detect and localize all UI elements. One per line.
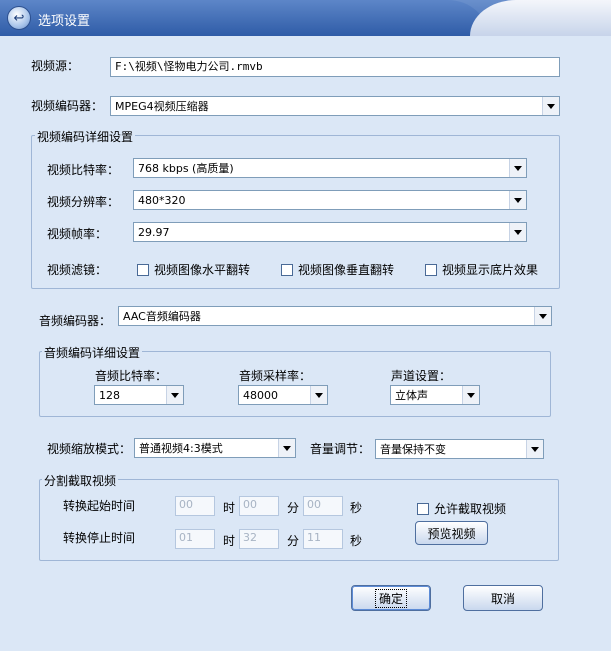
cancel-button[interactable]: 取消 — [463, 585, 543, 611]
scale-mode-value: 普通视频4:3模式 — [139, 442, 223, 455]
start-hour-unit: 时 — [223, 501, 236, 515]
start-minute-input[interactable]: 00 — [239, 496, 279, 516]
volume-label: 音量调节： — [310, 442, 371, 456]
negative-checkbox-label: 视频显示底片效果 — [442, 263, 539, 277]
audio-detail-title: 音频编码详细设置 — [42, 344, 143, 361]
ok-button[interactable]: 确定 — [351, 585, 431, 611]
chevron-down-icon[interactable] — [509, 191, 526, 209]
audio-bitrate-label: 音频比特率： — [95, 369, 168, 383]
channel-value: 立体声 — [395, 389, 428, 402]
chevron-down-icon[interactable] — [509, 159, 526, 177]
title-bar: ↩ 选项设置 — [0, 0, 611, 36]
hflip-checkbox-label: 视频图像水平翻转 — [154, 263, 251, 277]
app-icon[interactable]: ↩ — [7, 6, 31, 30]
video-filter-label: 视频滤镜： — [47, 263, 108, 277]
audio-encoder-value: AAC音频编码器 — [123, 310, 201, 323]
video-encoder-label: 视频编码器： — [31, 99, 104, 113]
end-minute-input[interactable]: 32 — [239, 529, 279, 549]
chevron-down-icon[interactable] — [166, 386, 183, 404]
negative-checkbox-box[interactable] — [425, 263, 437, 276]
end-second-input[interactable]: 11 — [303, 529, 343, 549]
clip-title: 分割截取视频 — [42, 472, 119, 489]
video-detail-title: 视频编码详细设置 — [35, 128, 136, 145]
preview-button[interactable]: 预览视频 — [415, 521, 488, 545]
cancel-button-label: 取消 — [490, 591, 515, 606]
negative-checkbox[interactable]: 视频显示底片效果 — [425, 261, 538, 278]
vflip-checkbox[interactable]: 视频图像垂直翻转 — [281, 261, 394, 278]
hflip-checkbox-box[interactable] — [137, 263, 149, 276]
scale-mode-select[interactable]: 普通视频4:3模式 — [134, 438, 296, 458]
video-source-label: 视频源： — [31, 59, 80, 73]
audio-bitrate-select[interactable]: 128 — [94, 385, 184, 405]
chevron-down-icon[interactable] — [310, 386, 327, 404]
video-resolution-value: 480*320 — [138, 194, 186, 207]
video-resolution-select[interactable]: 480*320 — [133, 190, 527, 210]
volume-select[interactable]: 音量保持不变 — [375, 439, 544, 459]
end-hour-input[interactable]: 01 — [175, 529, 215, 549]
audio-samplerate-label: 音频采样率： — [239, 369, 312, 383]
start-hour-input[interactable]: 00 — [175, 496, 215, 516]
audio-samplerate-value: 48000 — [243, 389, 278, 402]
dialog-body: 视频源： F:\视频\怪物电力公司.rmvb 视频编码器： MPEG4视频压缩器… — [0, 37, 611, 651]
end-second-unit: 秒 — [350, 534, 363, 548]
video-resolution-label: 视频分辨率： — [47, 195, 120, 209]
video-encoder-select[interactable]: MPEG4视频压缩器 — [110, 96, 560, 116]
video-source-input[interactable]: F:\视频\怪物电力公司.rmvb — [110, 57, 560, 77]
title-bar-corner — [470, 0, 611, 36]
audio-encoder-label: 音频编码器： — [39, 314, 112, 328]
vflip-checkbox-box[interactable] — [281, 263, 293, 276]
audio-samplerate-select[interactable]: 48000 — [238, 385, 328, 405]
chevron-down-icon[interactable] — [509, 223, 526, 241]
end-hour-unit: 时 — [223, 534, 236, 548]
video-bitrate-select[interactable]: 768 kbps (高质量) — [133, 158, 527, 178]
chevron-down-icon[interactable] — [542, 97, 559, 115]
channel-select[interactable]: 立体声 — [390, 385, 480, 405]
chevron-down-icon[interactable] — [526, 440, 543, 458]
vflip-checkbox-label: 视频图像垂直翻转 — [298, 263, 395, 277]
video-bitrate-label: 视频比特率： — [47, 163, 120, 177]
video-framerate-select[interactable]: 29.97 — [133, 222, 527, 242]
allow-clip-checkbox[interactable]: 允许截取视频 — [417, 500, 506, 517]
chevron-down-icon[interactable] — [462, 386, 479, 404]
audio-bitrate-value: 128 — [99, 389, 120, 402]
hflip-checkbox[interactable]: 视频图像水平翻转 — [137, 261, 250, 278]
video-framerate-value: 29.97 — [138, 226, 170, 239]
end-minute-unit: 分 — [287, 534, 300, 548]
channel-label: 声道设置： — [391, 369, 452, 383]
end-time-label: 转换停止时间 — [63, 531, 136, 545]
ok-button-label: 确定 — [374, 588, 408, 608]
video-encoder-value: MPEG4视频压缩器 — [115, 100, 209, 113]
video-bitrate-value: 768 kbps (高质量) — [138, 162, 234, 175]
allow-clip-checkbox-label: 允许截取视频 — [434, 502, 507, 516]
start-time-label: 转换起始时间 — [63, 499, 136, 513]
volume-value: 音量保持不变 — [380, 443, 446, 456]
video-framerate-label: 视频帧率： — [47, 227, 108, 241]
start-minute-unit: 分 — [287, 501, 300, 515]
chevron-down-icon[interactable] — [278, 439, 295, 457]
start-second-unit: 秒 — [350, 501, 363, 515]
audio-encoder-select[interactable]: AAC音频编码器 — [118, 306, 552, 326]
start-second-input[interactable]: 00 — [303, 496, 343, 516]
window-title: 选项设置 — [38, 14, 91, 29]
preview-button-label: 预览视频 — [427, 526, 476, 541]
chevron-down-icon[interactable] — [534, 307, 551, 325]
allow-clip-checkbox-box[interactable] — [417, 502, 429, 515]
scale-mode-label: 视频缩放模式： — [47, 442, 132, 456]
